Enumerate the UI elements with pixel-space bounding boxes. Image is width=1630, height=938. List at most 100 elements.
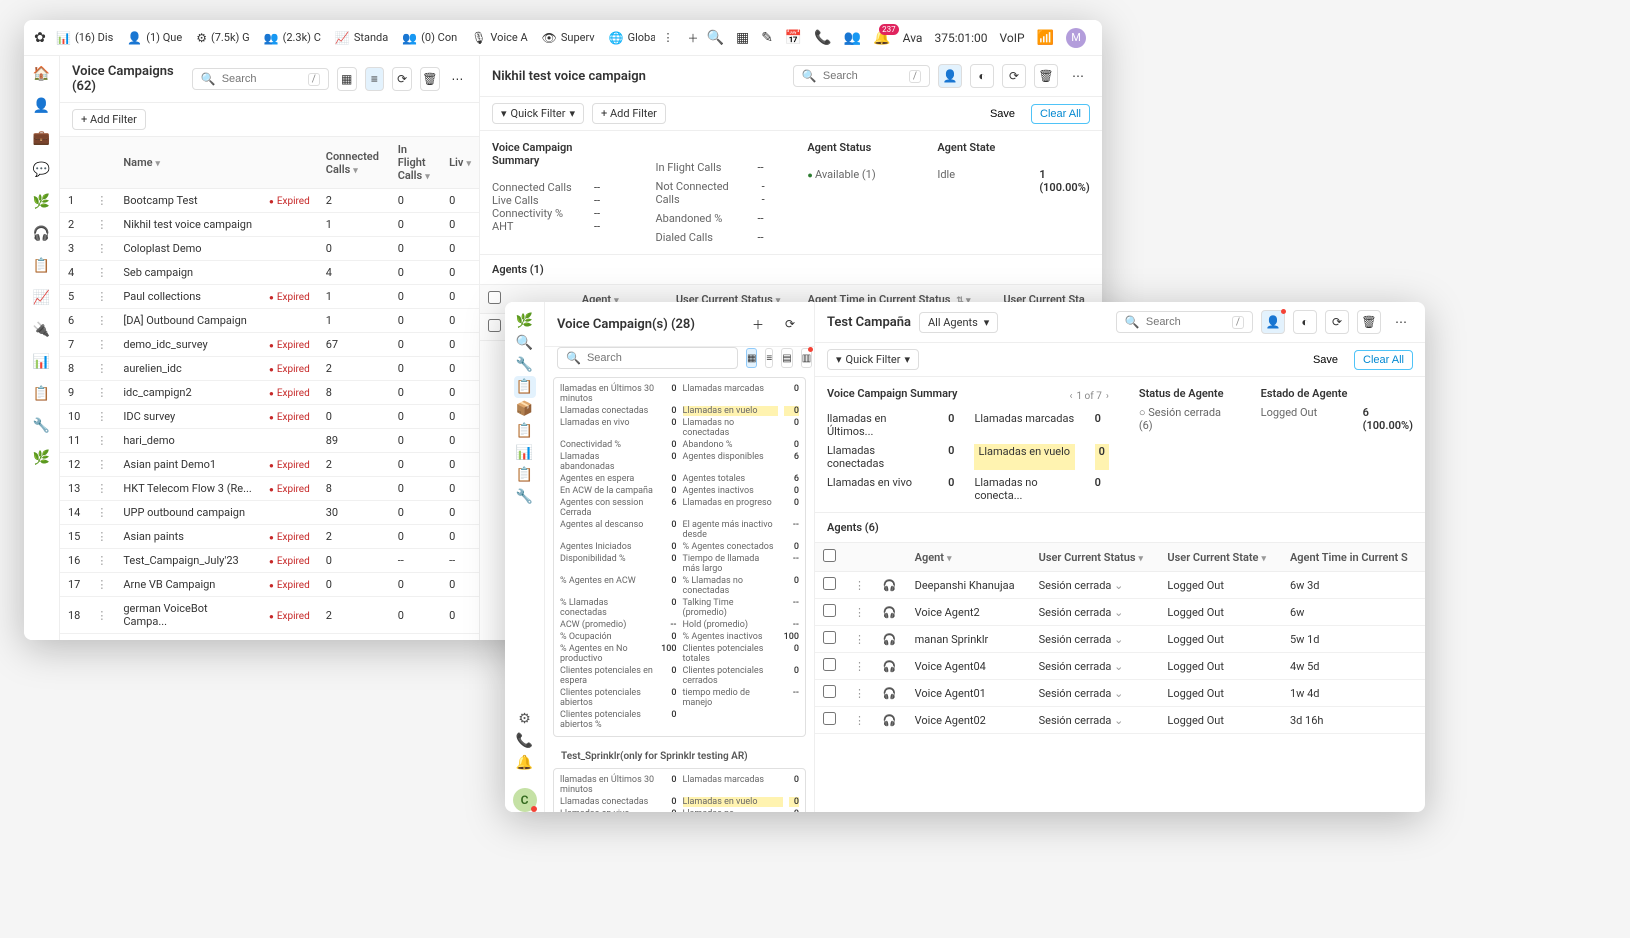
tab-item[interactable]: 👥(0) Con bbox=[396, 26, 463, 50]
chevron-down-icon[interactable]: ⌄ bbox=[1114, 687, 1123, 700]
tab-item[interactable]: 🌐Global bbox=[603, 26, 655, 50]
refresh-button[interactable]: ⟳ bbox=[1002, 64, 1026, 88]
more-button[interactable]: ⋯ bbox=[1389, 310, 1413, 334]
table-row[interactable]: 13⋮HKT Telecom Flow 3 (Re...Expired800 bbox=[60, 477, 479, 501]
column-header[interactable]: Agent▾ bbox=[907, 543, 1031, 572]
row-menu[interactable]: ⋮ bbox=[88, 453, 115, 477]
tab-add[interactable]: ＋ bbox=[682, 26, 705, 50]
row-menu[interactable]: ⋮ bbox=[88, 634, 115, 641]
archive-button[interactable]: 🗑 bbox=[1034, 64, 1058, 88]
user-icon-button[interactable]: 👤 bbox=[1261, 310, 1285, 334]
row-menu[interactable]: ⋮ bbox=[88, 573, 115, 597]
select-all-checkbox[interactable] bbox=[488, 291, 501, 304]
rail-icon[interactable]: 📋 bbox=[32, 256, 52, 276]
rail-icon[interactable]: 🌿 bbox=[32, 192, 52, 212]
row-menu[interactable]: ⋮ bbox=[88, 501, 115, 525]
archive-button[interactable]: 🗑 bbox=[420, 67, 440, 91]
calendar-icon[interactable]: 📅 bbox=[785, 30, 802, 46]
row-menu[interactable]: ⋮ bbox=[88, 213, 115, 237]
row-menu[interactable]: ⋮ bbox=[88, 357, 115, 381]
agent-row[interactable]: ⋮🎧Voice Agent04Sesión cerrada ⌄Logged Ou… bbox=[815, 653, 1425, 680]
chevron-down-icon[interactable]: ⌄ bbox=[1114, 606, 1123, 619]
tab-item[interactable]: 📈Standa bbox=[329, 26, 394, 50]
rail-icon[interactable]: 🔌 bbox=[32, 320, 52, 340]
row-checkbox[interactable] bbox=[488, 319, 501, 332]
quick-filter-button[interactable]: ▾ Quick Filter ▾ bbox=[492, 103, 584, 124]
row-menu[interactable]: ⋮ bbox=[88, 189, 115, 213]
rail-icon[interactable]: 🔧 bbox=[514, 486, 536, 508]
table-row[interactable]: 17⋮Arne VB CampaignExpired000 bbox=[60, 573, 479, 597]
user-avatar-c[interactable]: C bbox=[513, 788, 537, 812]
tab-item[interactable]: 👤(1) Que bbox=[121, 26, 188, 50]
row-menu[interactable]: ⋮ bbox=[88, 381, 115, 405]
agent-row[interactable]: ⋮🎧Voice Agent01Sesión cerrada ⌄Logged Ou… bbox=[815, 680, 1425, 707]
column-header[interactable]: In Flight Calls▾ bbox=[390, 137, 441, 189]
detail-search[interactable]: 🔍 / bbox=[793, 65, 930, 87]
table-row[interactable]: 11⋮hari_demo8900 bbox=[60, 429, 479, 453]
table-row[interactable]: 12⋮Asian paint Demo1Expired200 bbox=[60, 453, 479, 477]
campaign-card[interactable]: llamadas en Últimos 30 minutos0Llamadas … bbox=[553, 768, 806, 812]
tab-item[interactable]: 📊(16) Dis bbox=[50, 26, 119, 50]
row-checkbox[interactable] bbox=[823, 604, 836, 617]
campaign-search[interactable]: 🔍 / bbox=[192, 68, 329, 90]
row-checkbox[interactable] bbox=[823, 685, 836, 698]
archive-button[interactable]: 🗑 bbox=[1357, 310, 1381, 334]
rail-icon[interactable]: 🔔 bbox=[514, 752, 536, 774]
add-filter-button[interactable]: + Add Filter bbox=[592, 103, 666, 124]
row-menu[interactable]: ⋮ bbox=[88, 597, 115, 634]
rail-icon[interactable]: 🔧 bbox=[514, 354, 536, 376]
grid-view-button[interactable]: ▦ bbox=[337, 67, 357, 91]
rail-icon[interactable]: 📊 bbox=[32, 352, 52, 372]
quick-filter-button[interactable]: ▾ Quick Filter ▾ bbox=[827, 349, 919, 370]
row-checkbox[interactable] bbox=[823, 631, 836, 644]
table-row[interactable]: 19⋮Travel & Hospitality------ bbox=[60, 634, 479, 641]
campaign-search-input[interactable] bbox=[222, 73, 302, 85]
row-menu[interactable]: ⋮ bbox=[88, 525, 115, 549]
w2-detail-search-input[interactable] bbox=[1146, 316, 1226, 328]
detail-search-input[interactable] bbox=[823, 70, 903, 82]
table-row[interactable]: 9⋮idc_campign2Expired800 bbox=[60, 381, 479, 405]
chevron-down-icon[interactable]: ⌄ bbox=[1114, 633, 1123, 646]
table-row[interactable]: 3⋮Coloplast Demo000 bbox=[60, 237, 479, 261]
agent-row[interactable]: ⋮🎧Voice Agent2Sesión cerrada ⌄Logged Out… bbox=[815, 599, 1425, 626]
chevron-down-icon[interactable]: ⌄ bbox=[1114, 714, 1123, 727]
refresh-button[interactable]: ⟳ bbox=[1325, 310, 1349, 334]
row-menu[interactable]: ⋮ bbox=[846, 653, 875, 680]
more-button[interactable]: ⋯ bbox=[448, 67, 467, 91]
rail-icon[interactable]: 📋 bbox=[514, 420, 536, 442]
column-header[interactable]: Name▾ bbox=[115, 137, 261, 189]
w2-search[interactable]: 🔍 bbox=[557, 347, 738, 369]
table-row[interactable]: 2⋮Nikhil test voice campaign100 bbox=[60, 213, 479, 237]
table-row[interactable]: 15⋮Asian paintsExpired200 bbox=[60, 525, 479, 549]
column-header[interactable] bbox=[60, 137, 88, 189]
agents-dropdown[interactable]: All Agents ▾ bbox=[919, 312, 998, 333]
column-header[interactable] bbox=[261, 137, 318, 189]
row-menu[interactable]: ⋮ bbox=[846, 599, 875, 626]
column-header[interactable]: Connected Calls▾ bbox=[318, 137, 390, 189]
chart-icon-button[interactable]: ◐ bbox=[970, 64, 994, 88]
rail-icon[interactable]: 📈 bbox=[32, 288, 52, 308]
w2-detail-search[interactable]: 🔍 / bbox=[1116, 311, 1253, 333]
list-view-button[interactable]: ≡ bbox=[365, 67, 385, 91]
apps-icon[interactable]: ▦ bbox=[736, 30, 749, 46]
phone-icon[interactable]: 📞 bbox=[814, 30, 831, 46]
table-row[interactable]: 1⋮Bootcamp TestExpired200 bbox=[60, 189, 479, 213]
agent-row[interactable]: ⋮🎧Voice Agent02Sesión cerrada ⌄Logged Ou… bbox=[815, 707, 1425, 734]
column-header[interactable]: User Current Status▾ bbox=[1031, 543, 1160, 572]
clear-all-button[interactable]: Clear All bbox=[1031, 104, 1090, 124]
tab-item[interactable]: 👁Superv bbox=[536, 26, 601, 50]
column-header[interactable]: User Current State▾ bbox=[1159, 543, 1282, 572]
row-checkbox[interactable] bbox=[823, 712, 836, 725]
grid-view-button[interactable]: ▦ bbox=[746, 348, 757, 368]
clear-all-button[interactable]: Clear All bbox=[1354, 350, 1413, 370]
column-header[interactable]: Liv▾ bbox=[441, 137, 479, 189]
rail-icon[interactable]: 📦 bbox=[514, 398, 536, 420]
save-button[interactable]: Save bbox=[1305, 351, 1346, 369]
column-header[interactable] bbox=[875, 543, 907, 572]
people-icon[interactable]: 👥 bbox=[844, 30, 861, 46]
row-checkbox[interactable] bbox=[823, 577, 836, 590]
edit-icon[interactable]: ✎ bbox=[761, 30, 773, 46]
campaign-card[interactable]: llamadas en Últimos 30 minutos0Llamadas … bbox=[553, 377, 806, 737]
tab-more[interactable]: ⋮ bbox=[657, 27, 680, 48]
table-row[interactable]: 16⋮Test_Campaign_July'23Expired0---- bbox=[60, 549, 479, 573]
